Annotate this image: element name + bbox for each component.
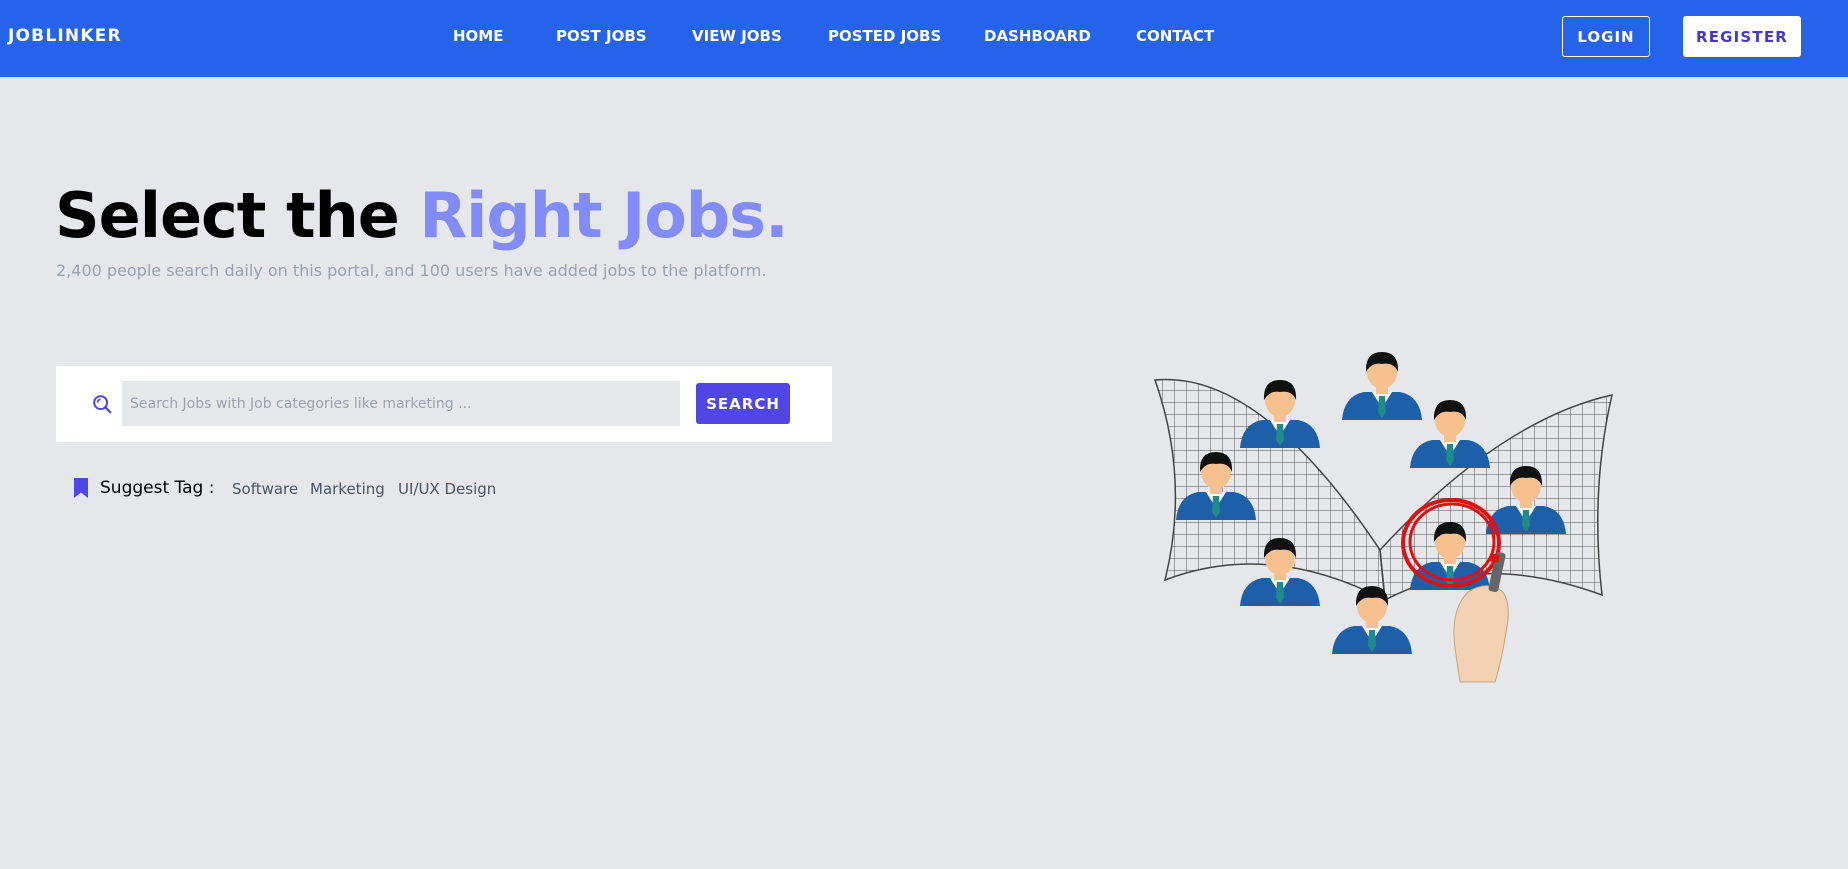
nav-home[interactable]: HOME — [453, 27, 503, 45]
search-input[interactable] — [122, 381, 680, 426]
nav-posted-jobs[interactable]: POSTED JOBS — [828, 27, 941, 45]
brand-logo[interactable]: JOBLINKER — [8, 26, 122, 46]
title-accent: Right Jobs. — [419, 179, 788, 252]
search-bar: SEARCH — [56, 366, 832, 442]
navbar: JOBLINKER HOME POST JOBS VIEW JOBS POSTE… — [0, 0, 1848, 77]
hero-subtitle: 2,400 people search daily on this portal… — [56, 261, 767, 280]
register-button[interactable]: REGISTER — [1683, 16, 1801, 57]
recruitment-illustration — [1153, 352, 1613, 683]
search-icon — [93, 395, 112, 414]
bookmark-icon — [74, 478, 88, 498]
title-main: Select the — [55, 179, 420, 252]
tag-marketing[interactable]: Marketing — [310, 480, 385, 498]
page-title: Select the Right Jobs. — [55, 178, 789, 254]
nav-dashboard[interactable]: DASHBOARD — [984, 27, 1091, 45]
nav-contact[interactable]: CONTACT — [1136, 27, 1214, 45]
login-button[interactable]: LOGIN — [1562, 16, 1650, 57]
nav-post-jobs[interactable]: POST JOBS — [556, 27, 647, 45]
search-button[interactable]: SEARCH — [696, 383, 790, 424]
tag-software[interactable]: Software — [232, 480, 298, 498]
nav-view-jobs[interactable]: VIEW JOBS — [692, 27, 782, 45]
tag-ui-ux-design[interactable]: UI/UX Design — [398, 480, 496, 498]
suggest-tag-label: Suggest Tag : — [100, 478, 215, 498]
